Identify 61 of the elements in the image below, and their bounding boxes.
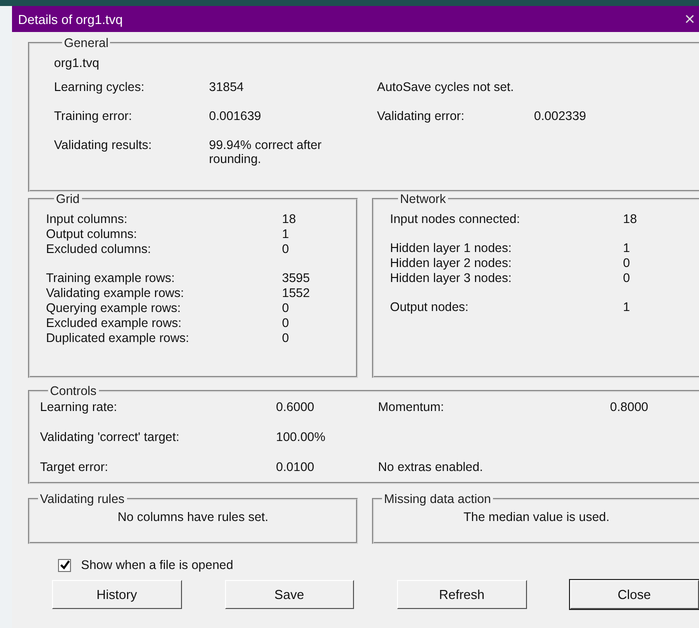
field-label: Excluded example rows:	[46, 316, 182, 331]
field-value: 31854	[209, 80, 245, 94]
field-label: Target error:	[40, 460, 110, 474]
field-label: No extras enabled.	[378, 460, 484, 474]
field-label: Validating example rows:	[46, 286, 186, 301]
field-label: Input nodes connected:	[390, 212, 521, 227]
field-label: Hidden layer 1 nodes:	[390, 241, 513, 256]
field-label: Training error:	[54, 109, 134, 123]
field-label: AutoSave cycles not set.	[377, 80, 515, 94]
field-label: Learning rate:	[40, 400, 118, 414]
field-value: 0	[623, 256, 630, 271]
field-value: 0	[282, 301, 289, 316]
field-label: Training example rows:	[46, 271, 176, 286]
field-value: 0	[282, 242, 289, 257]
field-value: 0.0100	[276, 460, 316, 474]
field-value: 0	[282, 316, 289, 331]
field-value: 1	[623, 241, 630, 256]
window-title: Details of org1.tvq	[18, 12, 123, 26]
field-value: 0.8000	[610, 400, 648, 414]
field-label: Learning cycles:	[54, 80, 146, 94]
field-value: 0.6000	[276, 400, 316, 414]
field-label: Input columns:	[46, 212, 128, 227]
field-value: 3595	[282, 271, 310, 286]
field-value: 0.002339	[534, 109, 586, 123]
field-label: Duplicated example rows:	[46, 331, 190, 346]
checkbox[interactable]	[58, 558, 71, 572]
field-value: 0	[623, 271, 630, 286]
field-label: Output nodes:	[390, 300, 470, 315]
field-label: Hidden layer 2 nodes:	[390, 256, 513, 271]
field-value: 0	[282, 331, 289, 346]
field-label: Validating error:	[377, 109, 466, 123]
field-label: Output columns:	[46, 227, 138, 242]
field-value: 18	[282, 212, 296, 227]
field-label: Validating 'correct' target:	[40, 430, 180, 444]
checkbox-label: Show when a file is opened	[81, 558, 234, 572]
status-text: The median value is used.	[462, 510, 610, 524]
field-label: Excluded columns:	[46, 242, 152, 257]
field-label: Querying example rows:	[46, 301, 182, 316]
field-label: Hidden layer 3 nodes:	[390, 271, 513, 286]
field-value: 100.00%	[276, 430, 326, 444]
field-label: Momentum:	[378, 400, 445, 414]
group-title: Grid	[55, 192, 81, 206]
field-label: Validating results:	[54, 138, 153, 152]
dialog-button[interactable]: Refresh	[397, 580, 526, 609]
status-text: No columns have rules set.	[116, 510, 270, 524]
dialog-button[interactable]: History	[52, 580, 182, 609]
field-value: 1	[623, 300, 630, 315]
group-title: Controls	[49, 384, 98, 398]
group-title: Missing data action	[383, 492, 492, 506]
group-title: Validating rules	[39, 492, 126, 506]
field-value: 18	[623, 212, 637, 227]
field-value: 99.94% correct after rounding.	[209, 138, 323, 166]
dialog-button[interactable]: Save	[224, 580, 354, 609]
field-value: 0.001639	[209, 109, 262, 123]
field-value: 1	[282, 227, 289, 242]
dialog-button[interactable]: Close	[570, 580, 699, 609]
group-title: Network	[399, 192, 447, 206]
field-value: 1552	[282, 286, 310, 301]
group-title: General	[63, 36, 110, 50]
file-name: org1.tvq	[54, 56, 100, 70]
close-button[interactable]: ×	[680, 9, 699, 29]
